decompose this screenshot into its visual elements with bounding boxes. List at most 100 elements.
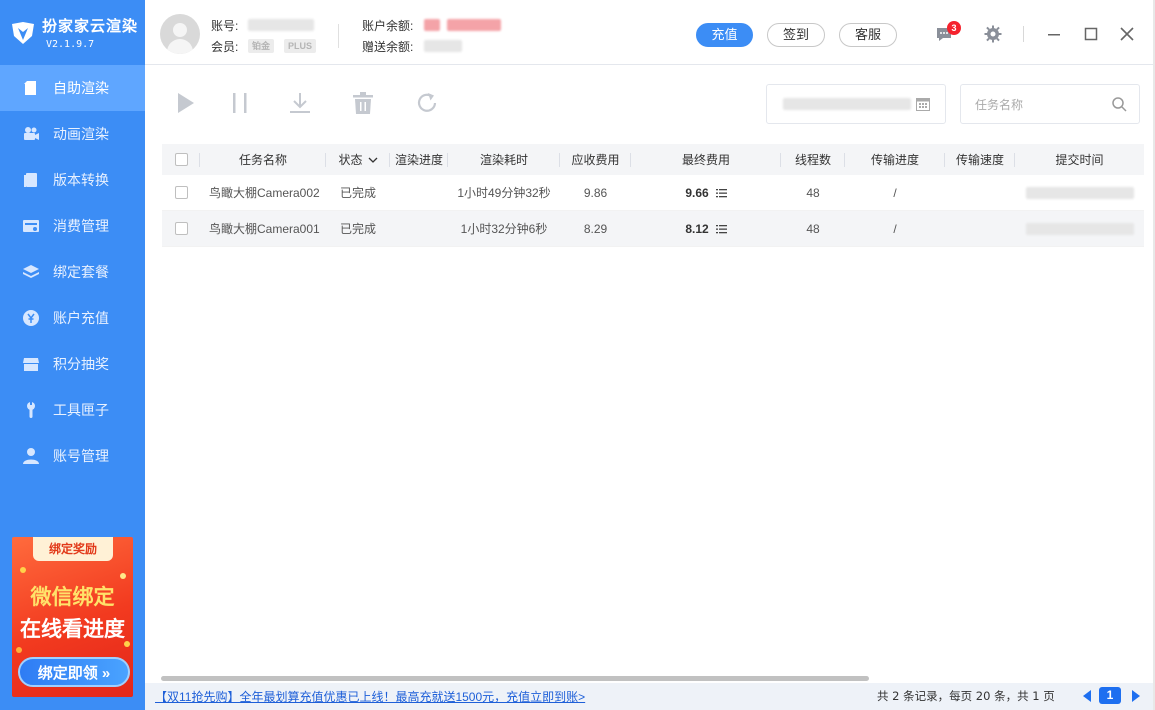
sidebar-item-label: 消费管理 [53,218,109,234]
column-header-render-progress: 渲染进度 [390,144,448,175]
current-page-button[interactable]: 1 [1099,687,1121,704]
task-render-progress [390,175,448,210]
footer-bar: 【双11抢先购】全年最划算充值优惠已上线！最高充就送1500元，充值立即到账> … [145,683,1155,710]
document-icon [22,171,40,189]
pagination-stats: 共 2 条记录，每页 20 条，共 1 页 [877,689,1055,703]
table-row[interactable]: 鸟瞰大棚Camera002 已完成 1小时49分钟32秒 9.86 9.66 4… [162,175,1144,211]
select-all-cell [162,144,200,175]
column-header-transfer-progress: 传输进度 [845,144,945,175]
recharge-button[interactable]: 充值 [696,23,753,47]
next-page-icon[interactable] [1132,690,1140,702]
promo-claim-button[interactable]: 绑定即领 » [18,657,130,687]
video-camera-icon [22,125,40,143]
search-icon[interactable] [1111,96,1127,112]
sidebar-item-label: 积分抽奖 [53,356,109,372]
member-label: 会员: [211,40,239,54]
task-status: 已完成 [339,222,376,236]
window-controls-divider [1023,26,1024,42]
sidebar-item-bind-package[interactable]: 绑定套餐 [0,249,145,295]
date-range-picker[interactable] [766,84,946,124]
billing-icon [22,217,40,235]
column-header-receivable-fee: 应收费用 [560,144,631,175]
column-header-transfer-speed: 传输速度 [945,144,1015,175]
layers-icon [22,263,40,281]
task-render-progress [390,211,448,246]
promo-headline: 微信绑定 [30,586,115,609]
task-final-fee-cell: 8.12 [631,211,781,246]
task-render-time: 1小时49分钟32秒 [457,186,551,200]
calendar-icon [916,98,930,111]
column-header-status-label: 状态 [338,153,363,167]
sidebar-item-label: 账号管理 [53,448,109,464]
row-checkbox[interactable] [174,222,188,235]
table-header: 任务名称 状态 渲染进度 渲染耗时 应收费用 最终费用 线程数 传输进度 传输速… [162,144,1144,175]
balance-currency-redacted [424,19,440,31]
row-checkbox[interactable] [174,186,188,199]
horizontal-scrollbar-thumb[interactable] [161,676,869,681]
sidebar-item-version-convert[interactable]: 版本转换 [0,157,145,203]
notification-count-badge: 3 [947,21,961,35]
task-name: 鸟瞰大棚Camera001 [209,222,320,236]
sidebar-item-label: 动画渲染 [53,126,109,142]
sidebar-item-account-manage[interactable]: 账号管理 [0,433,145,479]
sidebar-item-label: 版本转换 [53,172,109,188]
account-label: 账号: [211,19,239,33]
task-transfer-speed [945,211,1015,246]
task-receivable-fee: 9.86 [583,185,608,200]
column-header-submit-time: 提交时间 [1055,153,1104,167]
signin-button[interactable]: 签到 [767,23,825,47]
trash-icon[interactable] [349,89,377,117]
sidebar-item-recharge[interactable]: 账户充值 [0,295,145,341]
fee-detail-list-icon[interactable] [715,188,727,198]
refresh-icon[interactable] [413,89,441,117]
wechat-bind-promo-banner[interactable]: 绑定奖励 微信绑定 在线看进度 绑定即领 » [12,537,133,697]
sidebar-item-toolbox[interactable]: 工具匣子 [0,387,145,433]
submit-time-redacted [1025,186,1134,199]
sidebar-item-label: 自助渲染 [53,80,109,96]
pause-icon[interactable] [226,89,254,117]
app-version: V2.1.9.7 [46,39,95,50]
sidebar-item-label: 绑定套餐 [53,264,109,280]
avatar[interactable] [160,14,200,54]
column-header-status[interactable]: 状态 [326,144,390,175]
balance-value-redacted [447,19,501,31]
sidebar-item-billing[interactable]: 消费管理 [0,203,145,249]
minimize-icon[interactable] [1045,25,1063,43]
sidebar-item-points-lottery[interactable]: 积分抽奖 [0,341,145,387]
account-value-redacted [248,19,314,31]
close-icon[interactable] [1118,25,1136,43]
search-input[interactable] [975,95,1105,115]
task-render-time: 1小时32分钟6秒 [460,222,548,236]
render-file-icon [22,79,40,97]
task-name-search[interactable] [960,84,1140,124]
fee-detail-list-icon[interactable] [715,224,727,234]
sidebar: 扮家家云渲染 V2.1.9.7 自助渲染 动画渲染 版本转换 消费管理 绑定套餐… [0,0,145,710]
promo-announcement-link[interactable]: 【双11抢先购】全年最划算充值优惠已上线！最高充就送1500元，充值立即到账> [155,688,585,705]
app-title: 扮家家云渲染 [42,18,139,35]
balance-label: 账户余额: [362,19,414,33]
settings-gear-icon[interactable] [984,25,1002,43]
sidebar-item-self-render[interactable]: 自助渲染 [0,65,145,111]
prev-page-icon[interactable] [1083,690,1091,702]
select-all-checkbox[interactable] [174,153,188,166]
task-submit-time [1015,175,1144,210]
column-header-final-fee: 最终费用 [631,144,781,175]
customer-service-button[interactable]: 客服 [839,23,897,47]
column-header-name: 任务名称 [200,144,326,175]
task-transfer-progress: / [893,185,897,200]
table-row[interactable]: 鸟瞰大棚Camera001 已完成 1小时32分钟6秒 8.29 8.12 48… [162,211,1144,247]
header-divider [338,24,339,48]
play-icon[interactable] [171,89,199,117]
download-icon[interactable] [286,89,314,117]
task-threads: 48 [806,221,820,236]
submit-time-redacted [1025,222,1134,235]
task-final-fee: 9.66 [685,185,709,200]
promo-subheadline: 在线看进度 [20,618,125,641]
date-range-value-redacted [783,98,911,110]
task-transfer-speed [945,175,1015,210]
yen-coin-icon [22,309,40,327]
task-receivable-fee: 8.29 [583,221,608,236]
maximize-icon[interactable] [1082,25,1100,43]
sidebar-item-animation-render[interactable]: 动画渲染 [0,111,145,157]
task-name: 鸟瞰大棚Camera002 [209,186,320,200]
